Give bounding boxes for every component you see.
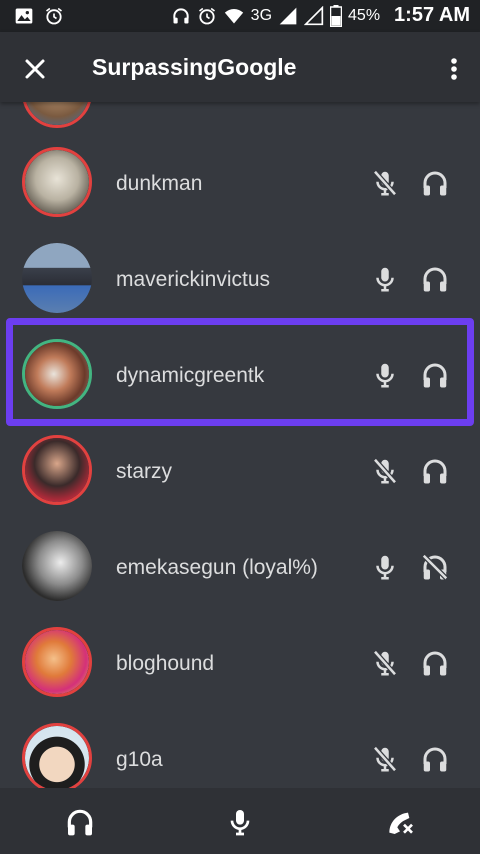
battery-icon [330,4,343,27]
avatar [22,243,92,313]
avatar [22,147,92,217]
headphones-icon [423,459,447,484]
mic-muted-icon [373,650,397,676]
alarm-icon [46,7,62,25]
member-row[interactable]: dynamicgreentk [0,326,480,422]
headphones-icon [423,171,447,196]
microphone-icon [376,363,394,388]
microphone-icon [376,267,394,292]
microphone-icon[interactable] [224,806,256,838]
member-row[interactable]: maverickinvictus [0,230,480,326]
member-name: dunkman [116,172,203,195]
avatar [22,102,92,128]
member-name: dynamicgreentk [116,364,265,387]
member-row[interactable]: emekasegun (loyal%) [0,518,480,614]
member-name: maverickinvictus [116,268,271,291]
battery-percent: 45% [348,6,381,24]
member-row[interactable]: starzy [0,422,480,518]
signal-icon [304,5,324,25]
signal-icon [279,7,297,24]
headphones-icon [423,747,447,772]
member-name: starzy [116,460,173,483]
network-type: 3G [250,6,273,24]
avatar [22,531,92,601]
clock: 1:57 AM [394,4,470,26]
alarm-icon [198,7,215,24]
wifi-icon [224,8,243,23]
headphones-icon [423,267,447,292]
mic-muted-icon [373,746,397,772]
member-row[interactable]: bloghound [0,614,480,710]
channel-header: SurpassingGoogle [0,32,480,102]
mic-muted-icon [373,170,397,196]
channel-title: SurpassingGoogle [92,54,297,80]
headphones-icon[interactable] [64,806,96,838]
image-icon [15,8,33,24]
avatar [22,435,92,505]
member-row[interactable]: dunkman [0,134,480,230]
avatar [22,627,92,697]
avatar [22,723,92,788]
member-name: bloghound [116,652,215,675]
more-vert-icon[interactable] [442,52,466,86]
member-name: emekasegun (loyal%) [116,556,318,579]
headphones-deafened-icon [421,553,449,581]
status-bar: 3G 45% 1:57 AM [0,0,480,32]
headphones-icon [173,7,189,23]
headphones-icon [423,363,447,388]
close-icon[interactable] [18,52,52,86]
headphones-icon [423,651,447,676]
mic-muted-icon [373,458,397,484]
voice-controls-bar [0,788,480,854]
microphone-icon [376,555,394,580]
avatar [22,339,92,409]
member-name: g10a [116,748,163,771]
voice-member-list[interactable]: dunkman maverickinvictus dynamicgreentk … [0,102,480,788]
disconnect-call-icon[interactable] [384,806,416,838]
member-row[interactable]: g10a [0,710,480,788]
